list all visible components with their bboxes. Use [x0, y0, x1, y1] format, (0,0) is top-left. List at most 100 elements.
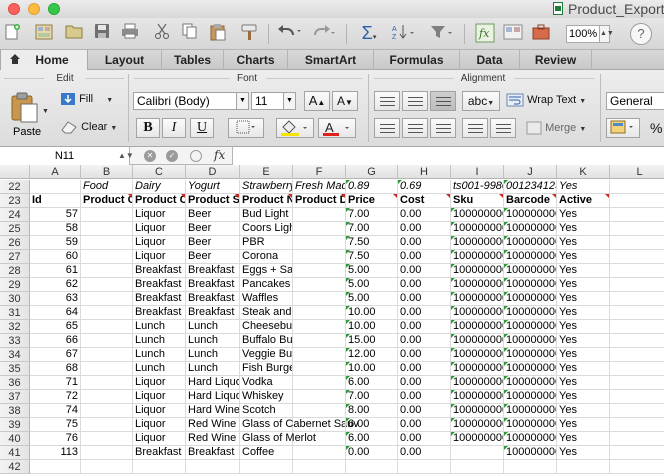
- cell-e25[interactable]: Coors Light: [240, 222, 293, 236]
- increase-font-size-button[interactable]: A▲: [304, 91, 330, 111]
- tab-tables[interactable]: Tables: [162, 50, 224, 70]
- cell-b29[interactable]: [81, 278, 133, 292]
- cell-a37[interactable]: 72: [30, 390, 81, 404]
- print-icon[interactable]: [120, 23, 140, 43]
- cell-f31[interactable]: [293, 306, 346, 320]
- cell-j42[interactable]: [504, 460, 557, 474]
- cell-k36[interactable]: Yes: [557, 376, 610, 390]
- row-header[interactable]: 27: [0, 250, 30, 264]
- cell-f23[interactable]: Product De: [293, 194, 346, 208]
- cell-l27[interactable]: [610, 250, 664, 264]
- cell-a32[interactable]: 65: [30, 320, 81, 334]
- cell-g42[interactable]: [346, 460, 398, 474]
- cell-f30[interactable]: [293, 292, 346, 306]
- cell-c33[interactable]: Lunch: [133, 334, 186, 348]
- cell-e22[interactable]: Strawberry: [240, 180, 293, 194]
- borders-button[interactable]: [228, 118, 264, 138]
- cell-c30[interactable]: Breakfast: [133, 292, 186, 306]
- cell-k28[interactable]: Yes: [557, 264, 610, 278]
- cell-f40[interactable]: [293, 432, 346, 446]
- tab-data[interactable]: Data: [460, 50, 520, 70]
- font-name-dropdown[interactable]: Calibri (Body) ▼: [133, 92, 249, 110]
- cell-b23[interactable]: Product Cl: [81, 194, 133, 208]
- paste-button[interactable]: [10, 92, 40, 124]
- cell-i31[interactable]: 100000000: [451, 306, 504, 320]
- cell-e26[interactable]: PBR: [240, 236, 293, 250]
- cell-c23[interactable]: Product Ca: [133, 194, 186, 208]
- cell-e36[interactable]: Vodka: [240, 376, 293, 390]
- row-header[interactable]: 37: [0, 390, 30, 404]
- cell-c42[interactable]: [133, 460, 186, 474]
- cell-l25[interactable]: [610, 222, 664, 236]
- cell-a39[interactable]: 75: [30, 418, 81, 432]
- cell-h31[interactable]: 0.00: [398, 306, 451, 320]
- cell-i22[interactable]: ts001-9980: [451, 180, 504, 194]
- column-header-c[interactable]: C: [133, 165, 186, 179]
- cell-b34[interactable]: [81, 348, 133, 362]
- cell-g29[interactable]: 5.00: [346, 278, 398, 292]
- row-header[interactable]: 38: [0, 404, 30, 418]
- cell-d38[interactable]: Hard Wine: [186, 404, 240, 418]
- cell-i27[interactable]: 100000000: [451, 250, 504, 264]
- cell-a27[interactable]: 60: [30, 250, 81, 264]
- align-middle-button[interactable]: [402, 91, 428, 111]
- cell-d23[interactable]: Product Su: [186, 194, 240, 208]
- cell-b42[interactable]: [81, 460, 133, 474]
- cell-j22[interactable]: 001234123: [504, 180, 557, 194]
- cell-b35[interactable]: [81, 362, 133, 376]
- clear-button[interactable]: Clear ▼: [60, 120, 117, 134]
- cut-icon[interactable]: [152, 23, 172, 43]
- cell-k27[interactable]: Yes: [557, 250, 610, 264]
- cell-h42[interactable]: [398, 460, 451, 474]
- cell-h40[interactable]: 0.00: [398, 432, 451, 446]
- cell-j27[interactable]: 100000000: [504, 250, 557, 264]
- cell-l35[interactable]: [610, 362, 664, 376]
- zoom-window-button[interactable]: [48, 3, 60, 15]
- cell-g22[interactable]: 0.89: [346, 180, 398, 194]
- wrap-text-button[interactable]: Wrap Text ▼: [506, 93, 586, 107]
- cell-i30[interactable]: 100000000: [451, 292, 504, 306]
- cell-h23[interactable]: Cost: [398, 194, 451, 208]
- orientation-button[interactable]: abc▼: [462, 91, 500, 111]
- cell-e30[interactable]: Waffles: [240, 292, 293, 306]
- cell-b36[interactable]: [81, 376, 133, 390]
- cell-b39[interactable]: [81, 418, 133, 432]
- cell-a42[interactable]: [30, 460, 81, 474]
- cell-a30[interactable]: 63: [30, 292, 81, 306]
- close-window-button[interactable]: [8, 3, 20, 15]
- row-header[interactable]: 24: [0, 208, 30, 222]
- cell-a40[interactable]: 76: [30, 432, 81, 446]
- cell-a38[interactable]: 74: [30, 404, 81, 418]
- column-header-k[interactable]: K: [557, 165, 610, 179]
- cell-f26[interactable]: [293, 236, 346, 250]
- cell-d29[interactable]: Breakfast: [186, 278, 240, 292]
- cell-c38[interactable]: Liquor: [133, 404, 186, 418]
- cell-b37[interactable]: [81, 390, 133, 404]
- cell-f36[interactable]: [293, 376, 346, 390]
- decrease-indent-button[interactable]: [462, 118, 488, 138]
- cell-c25[interactable]: Liquor: [133, 222, 186, 236]
- cell-b41[interactable]: [81, 446, 133, 460]
- cell-g26[interactable]: 7.50: [346, 236, 398, 250]
- cell-g36[interactable]: 6.00: [346, 376, 398, 390]
- cell-h25[interactable]: 0.00: [398, 222, 451, 236]
- tab-smartart[interactable]: SmartArt: [288, 50, 374, 70]
- cell-i32[interactable]: 100000000: [451, 320, 504, 334]
- cell-j36[interactable]: 100000000: [504, 376, 557, 390]
- cell-j39[interactable]: 100000000: [504, 418, 557, 432]
- cell-e23[interactable]: Product Na: [240, 194, 293, 208]
- cell-b31[interactable]: [81, 306, 133, 320]
- cell-a22[interactable]: [30, 180, 81, 194]
- cell-c35[interactable]: Lunch: [133, 362, 186, 376]
- cell-g31[interactable]: 10.00: [346, 306, 398, 320]
- cell-k26[interactable]: Yes: [557, 236, 610, 250]
- cell-f22[interactable]: Fresh Made: [293, 180, 346, 194]
- cell-e38[interactable]: Scotch: [240, 404, 293, 418]
- column-header-d[interactable]: D: [186, 165, 240, 179]
- cell-i42[interactable]: [451, 460, 504, 474]
- cell-l38[interactable]: [610, 404, 664, 418]
- cell-g27[interactable]: 7.50: [346, 250, 398, 264]
- cell-h22[interactable]: 0.69: [398, 180, 451, 194]
- cell-i26[interactable]: 100000000: [451, 236, 504, 250]
- cell-d42[interactable]: [186, 460, 240, 474]
